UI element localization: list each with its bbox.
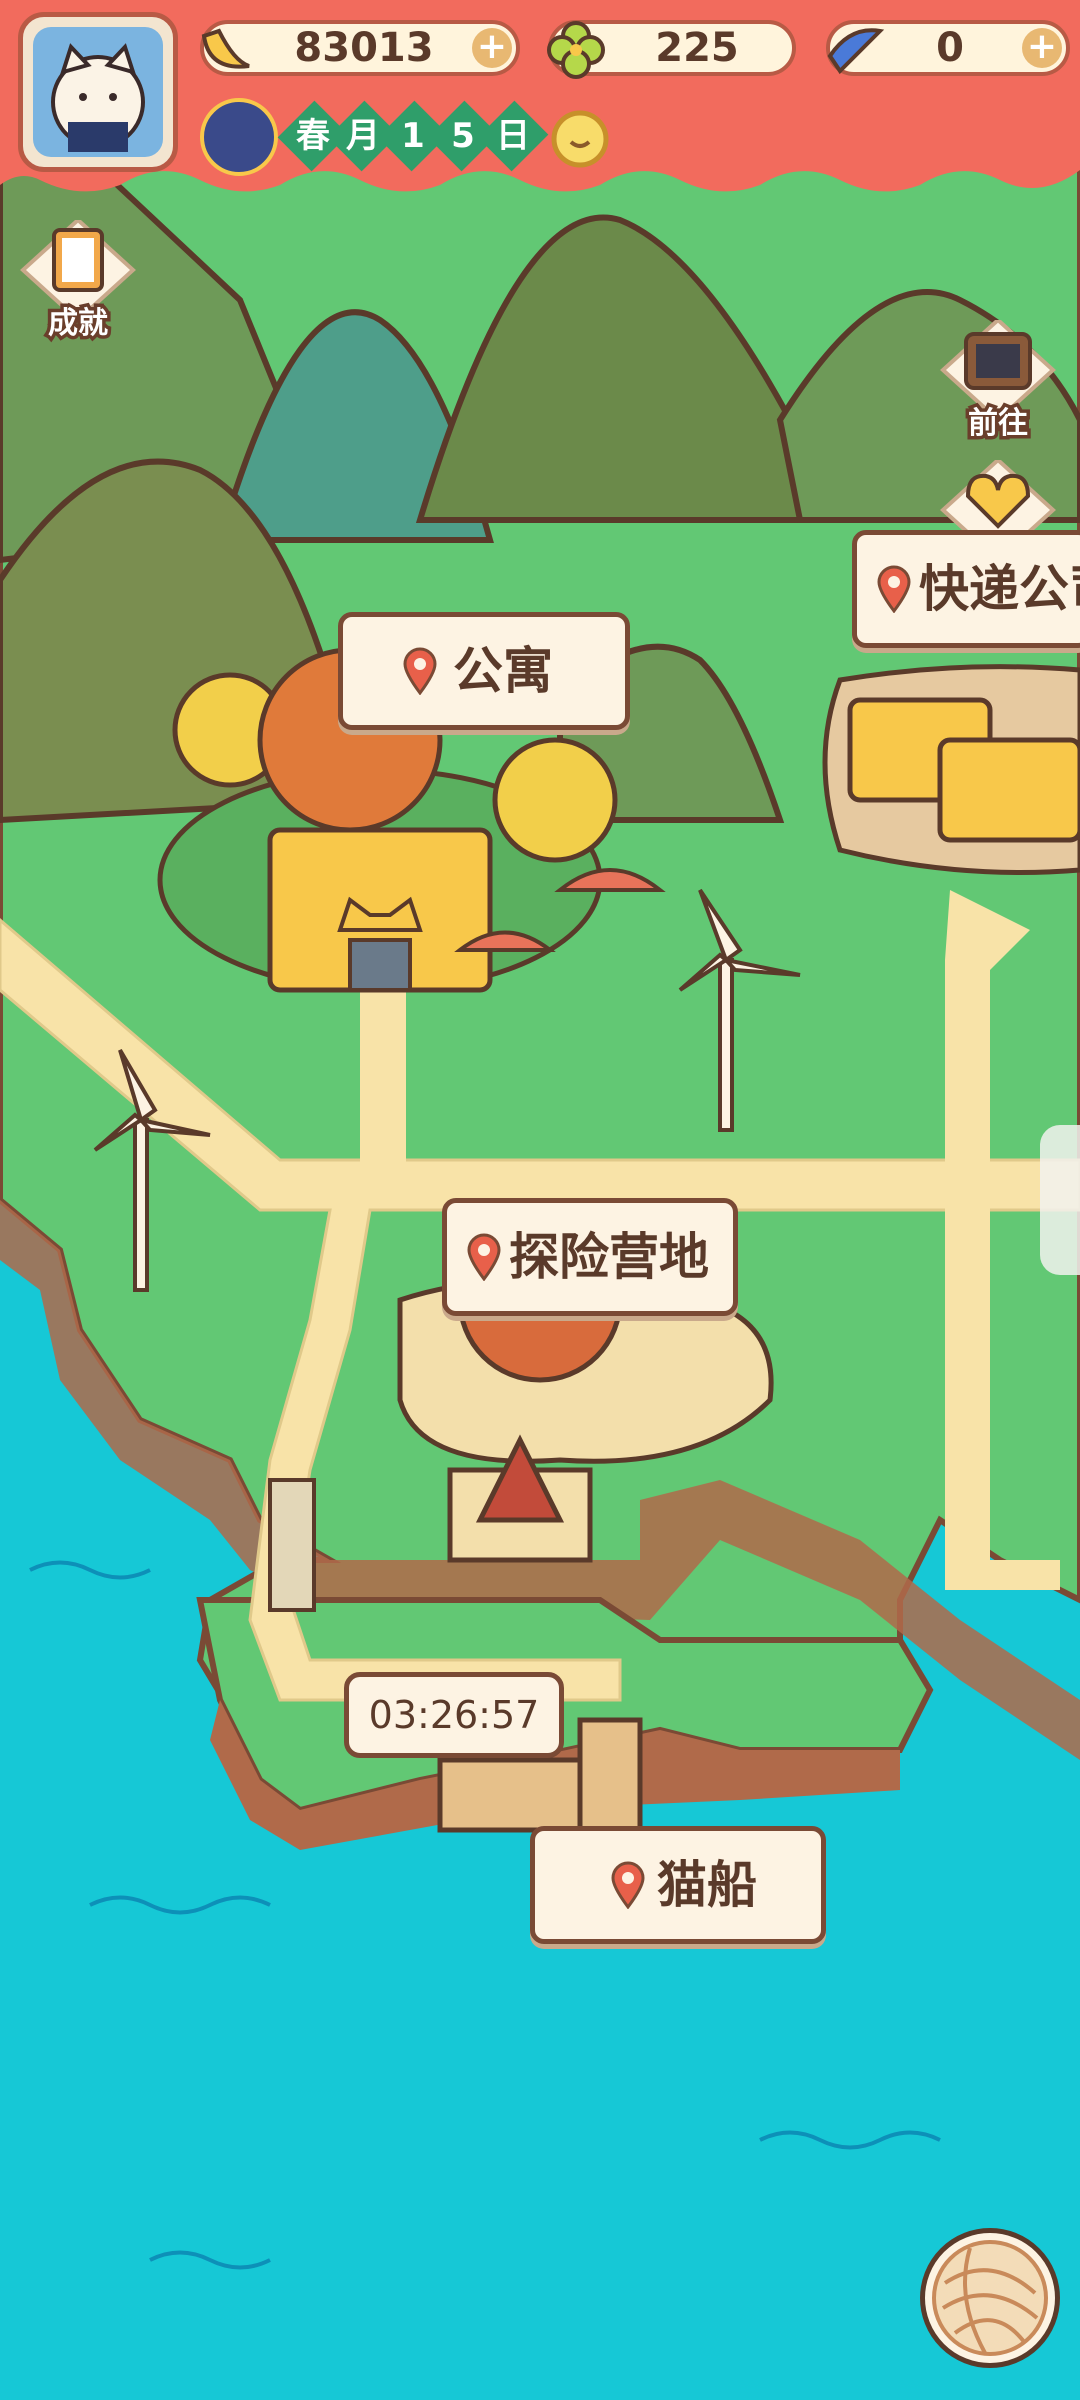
sun-icon	[551, 110, 609, 168]
achievements-label: 成就	[45, 303, 112, 345]
player-avatar[interactable]	[18, 12, 178, 172]
achievements-button[interactable]: 成就	[18, 220, 138, 345]
location-pin-icon	[877, 565, 911, 613]
place-catboat[interactable]: 猫船	[530, 1826, 826, 1944]
yarn-ball-icon	[932, 2240, 1048, 2356]
blue-banana-value: 0	[936, 25, 964, 71]
clover-value: 225	[655, 25, 739, 71]
place-camp-label: 探险营地	[509, 1228, 709, 1286]
moon-clock-icon	[200, 98, 278, 176]
place-camp[interactable]: 探险营地	[442, 1198, 738, 1316]
blue-banana-icon	[827, 28, 885, 75]
date-display: 春 月 1 5 日	[277, 0, 555, 200]
clover-counter: 225	[547, 20, 796, 79]
place-apartment[interactable]: 公寓	[338, 612, 630, 730]
place-courier[interactable]: 快递公司	[852, 530, 1080, 648]
goto-label: 前往	[965, 403, 1032, 445]
place-courier-label: 快递公司	[919, 560, 1080, 618]
cat-avatar-icon	[33, 27, 163, 157]
location-pin-icon	[467, 1233, 501, 1281]
yarn-ball-button[interactable]	[920, 2228, 1060, 2368]
place-apartment-label: 公寓	[453, 642, 553, 700]
location-pin-icon	[611, 1861, 645, 1909]
side-drawer-handle[interactable]	[1040, 1125, 1080, 1275]
banana-icon	[201, 28, 250, 69]
goto-button[interactable]: 前往	[938, 320, 1058, 445]
add-blue-banana-button[interactable]: +	[1022, 28, 1062, 68]
date-day-label: 日	[496, 116, 530, 156]
catboat-timer: 03:26:57	[344, 1672, 564, 1758]
location-pin-icon	[403, 647, 437, 695]
place-catboat-label: 猫船	[657, 1856, 757, 1914]
blue-banana-counter: 0 +	[826, 20, 1070, 76]
